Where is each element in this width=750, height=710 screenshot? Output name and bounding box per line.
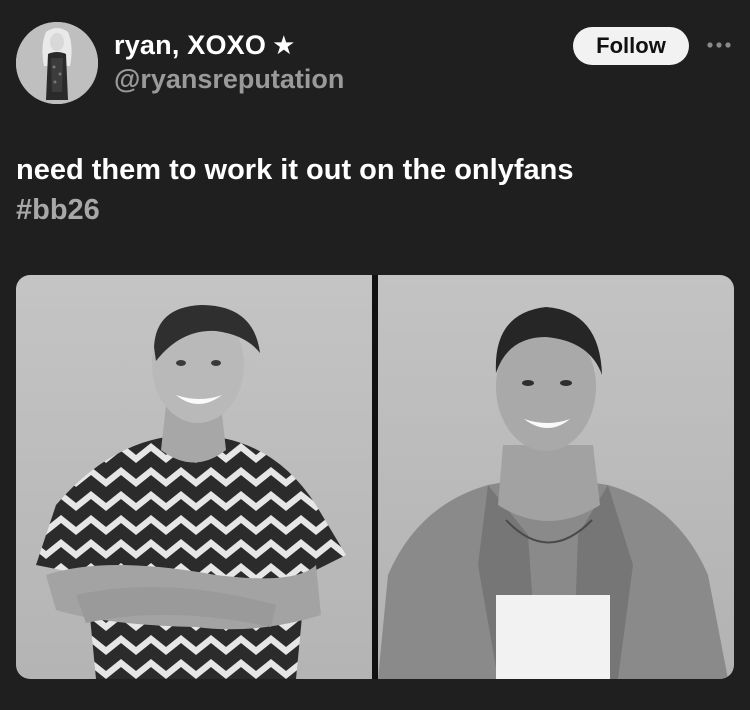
author-handle[interactable]: @ryansreputation: [114, 62, 344, 96]
tweet-text: need them to work it out on the onlyfans…: [16, 150, 734, 230]
tweet-body: need them to work it out on the onlyfans: [16, 154, 574, 186]
author-display-name[interactable]: ryan, XOXO ★: [114, 28, 344, 62]
more-options-icon[interactable]: [704, 30, 734, 60]
media-photo-right[interactable]: [378, 275, 734, 679]
author-names: ryan, XOXO ★ @ryansreputation: [114, 28, 344, 96]
avatar-image: [16, 22, 98, 104]
photo-man-denim-jacket: [378, 275, 734, 679]
star-icon: ★: [272, 30, 296, 60]
tweet-header: ryan, XOXO ★ @ryansreputation Follow: [16, 18, 734, 104]
photo-man-patterned-shirt: [16, 275, 372, 679]
hashtag-link[interactable]: #bb26: [16, 190, 734, 230]
tweet-media: [16, 275, 734, 679]
follow-button[interactable]: Follow: [573, 27, 689, 65]
display-name-text: ryan, XOXO: [114, 30, 267, 60]
media-photo-left[interactable]: [16, 275, 372, 679]
avatar[interactable]: [16, 22, 98, 104]
more-options-dots: [707, 42, 731, 48]
